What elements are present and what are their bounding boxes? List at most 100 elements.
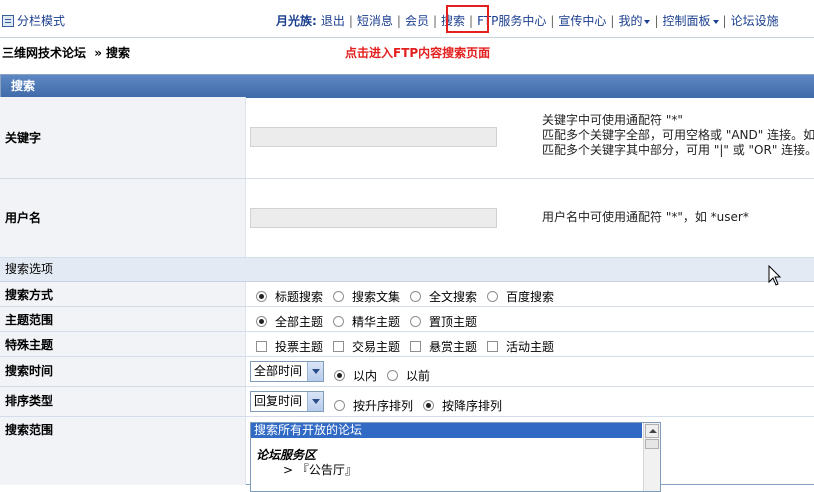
top-nav-bar: 分栏模式 月光族: 退出 | 短消息 | 会员 | 搜索 | FTP服务中心 |… bbox=[0, 0, 814, 38]
breadcrumb-page: 搜索 bbox=[105, 46, 130, 60]
chevron-down-icon bbox=[644, 19, 651, 24]
radio-all-topics[interactable]: 全部主题 bbox=[256, 313, 323, 330]
search-time-label: 搜索时间 bbox=[0, 357, 246, 386]
nav-messages[interactable]: 短消息 bbox=[357, 12, 393, 29]
special-topics-row: 特殊主题 投票主题 交易主题 悬赏主题 活动主题 bbox=[0, 332, 814, 357]
radio-button[interactable] bbox=[333, 291, 345, 302]
sort-type-select[interactable]: 回复时间 bbox=[250, 391, 324, 412]
dropdown-arrow-icon[interactable] bbox=[307, 392, 323, 411]
layout-toggle[interactable]: 分栏模式 bbox=[2, 12, 65, 29]
username-value-cell: 用户名中可使用通配符 "*"，如 *user* bbox=[246, 179, 814, 257]
search-method-label: 搜索方式 bbox=[0, 282, 246, 306]
search-options-header: 搜索选项 bbox=[0, 258, 814, 282]
nav-control-panel[interactable]: 控制面板 bbox=[663, 12, 719, 29]
username-input[interactable] bbox=[250, 208, 497, 228]
option-label: 以内 bbox=[353, 369, 378, 383]
panel-title: 搜索 bbox=[1, 75, 814, 98]
mouse-cursor-icon bbox=[768, 265, 782, 286]
radio-button[interactable] bbox=[256, 316, 267, 327]
listbox-selected-item[interactable]: 搜索所有开放的论坛 bbox=[251, 423, 642, 438]
radio-button[interactable] bbox=[334, 400, 345, 411]
radio-button[interactable] bbox=[423, 400, 435, 411]
keyword-input[interactable] bbox=[250, 127, 497, 147]
option-label: 精华主题 bbox=[352, 315, 401, 329]
topic-range-options: 全部主题 精华主题 置顶主题 bbox=[256, 313, 487, 330]
listbox-scrollbar[interactable] bbox=[643, 423, 660, 491]
special-topics-label: 特殊主题 bbox=[0, 332, 246, 356]
search-time-cell: 全部时间 以内 以前 bbox=[246, 357, 814, 386]
breadcrumb: 三维网技术论坛 » 搜索 bbox=[2, 44, 130, 61]
radio-fulltext-search[interactable]: 全文搜索 bbox=[410, 288, 477, 305]
search-highlight-box bbox=[446, 5, 489, 33]
option-label: 全部主题 bbox=[275, 315, 324, 329]
radio-button[interactable] bbox=[410, 291, 422, 302]
checkbox[interactable] bbox=[333, 341, 345, 352]
keyword-hint-line: 匹配多个关键字其中部分，可用 "|" 或 "OR" 连接。 bbox=[542, 143, 814, 157]
radio-baidu-search[interactable]: 百度搜索 bbox=[487, 288, 554, 305]
topic-range-row: 主题范围 全部主题 精华主题 置顶主题 bbox=[0, 307, 814, 332]
option-label: 按降序排列 bbox=[442, 399, 503, 413]
nav-forum-facilities[interactable]: 论坛设施 bbox=[731, 12, 779, 29]
search-time-row: 搜索时间 全部时间 以内 以前 bbox=[0, 357, 814, 387]
nav-members[interactable]: 会员 bbox=[405, 12, 429, 29]
radio-button[interactable] bbox=[410, 316, 422, 327]
nav-my-label: 我的 bbox=[618, 14, 643, 28]
nav-separator: | bbox=[610, 13, 615, 28]
radio-button[interactable] bbox=[487, 291, 499, 302]
search-scope-cell: 搜索所有开放的论坛 论坛服务区 > 『公告厅』 bbox=[246, 417, 814, 492]
radio-within[interactable]: 以内 bbox=[334, 367, 377, 384]
radio-button[interactable] bbox=[334, 370, 345, 381]
nav-logout[interactable]: 退出 bbox=[321, 12, 345, 29]
check-poll-topics[interactable]: 投票主题 bbox=[256, 338, 323, 355]
option-label: 投票主题 bbox=[275, 340, 324, 354]
scroll-up-icon[interactable] bbox=[645, 424, 659, 438]
option-label: 百度搜索 bbox=[506, 290, 555, 304]
option-label: 活动主题 bbox=[506, 340, 555, 354]
radio-collection-search[interactable]: 搜索文集 bbox=[333, 288, 400, 305]
checkbox[interactable] bbox=[487, 341, 499, 352]
radio-button[interactable] bbox=[387, 370, 399, 381]
breadcrumb-arrow: » bbox=[94, 46, 102, 60]
option-label: 交易主题 bbox=[352, 340, 401, 354]
radio-button[interactable] bbox=[333, 316, 345, 327]
checkbox[interactable] bbox=[256, 341, 267, 352]
keyword-value-cell: 关键字中可使用通配符 "*" 匹配多个关键字全部，可用空格或 "AND" 连接。… bbox=[246, 97, 814, 178]
check-reward-topics[interactable]: 悬赏主题 bbox=[410, 338, 477, 355]
radio-ascending[interactable]: 按升序排列 bbox=[334, 397, 413, 414]
keyword-label: 关键字 bbox=[0, 97, 246, 178]
check-event-topics[interactable]: 活动主题 bbox=[487, 338, 554, 355]
search-time-select[interactable]: 全部时间 bbox=[250, 361, 324, 382]
nav-separator: | bbox=[432, 13, 437, 28]
username-hint: 用户名中可使用通配符 "*"，如 *user* bbox=[542, 210, 749, 224]
radio-before[interactable]: 以前 bbox=[387, 367, 430, 384]
sort-type-cell: 回复时间 按升序排列 按降序排列 bbox=[246, 387, 814, 416]
nav-my-menu[interactable]: 我的 bbox=[618, 12, 651, 29]
special-topics-options: 投票主题 交易主题 悬赏主题 活动主题 bbox=[256, 338, 564, 355]
scroll-thumb[interactable] bbox=[645, 439, 659, 449]
search-scope-row: 搜索范围 搜索所有开放的论坛 论坛服务区 > 『公告厅』 bbox=[0, 417, 814, 492]
radio-button[interactable] bbox=[256, 291, 267, 302]
username-row: 用户名 用户名中可使用通配符 "*"，如 *user* bbox=[0, 179, 814, 258]
radio-descending[interactable]: 按降序排列 bbox=[423, 397, 502, 414]
nav-control-panel-label: 控制面板 bbox=[662, 14, 711, 28]
listbox-item[interactable]: > 『公告厅』 bbox=[251, 463, 660, 478]
forum-listbox[interactable]: 搜索所有开放的论坛 论坛服务区 > 『公告厅』 bbox=[250, 422, 661, 492]
divider bbox=[0, 37, 814, 38]
layout-icon bbox=[2, 14, 14, 27]
checkbox[interactable] bbox=[410, 341, 422, 352]
nav-promo-center[interactable]: 宣传中心 bbox=[558, 12, 606, 29]
radio-elite-topics[interactable]: 精华主题 bbox=[333, 313, 400, 330]
check-trade-topics[interactable]: 交易主题 bbox=[333, 338, 400, 355]
option-label: 标题搜索 bbox=[275, 290, 324, 304]
select-value: 全部时间 bbox=[254, 364, 303, 378]
radio-title-search[interactable]: 标题搜索 bbox=[256, 288, 323, 305]
nav-separator: | bbox=[348, 13, 353, 28]
keyword-hint-line: 匹配多个关键字全部，可用空格或 "AND" 连接。如 bbox=[542, 128, 814, 142]
radio-sticky-topics[interactable]: 置顶主题 bbox=[410, 313, 477, 330]
layout-toggle-label: 分栏模式 bbox=[17, 14, 66, 28]
breadcrumb-site[interactable]: 三维网技术论坛 bbox=[2, 46, 86, 60]
sort-type-label: 排序类型 bbox=[0, 387, 246, 416]
annotation-text: 点击进入FTP内容搜索页面 bbox=[345, 46, 491, 60]
dropdown-arrow-icon[interactable] bbox=[307, 362, 323, 381]
option-label: 以前 bbox=[406, 369, 431, 383]
